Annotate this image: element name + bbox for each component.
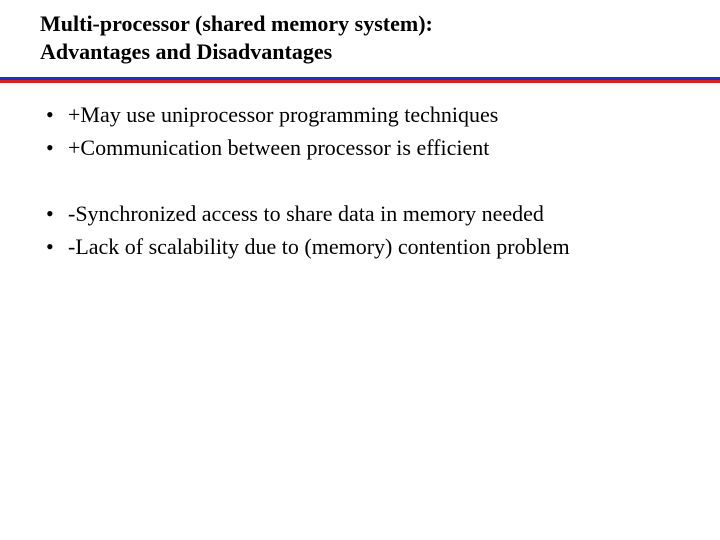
bullet-text: +May use uniprocessor programming techni… xyxy=(68,102,498,127)
list-item: -Lack of scalability due to (memory) con… xyxy=(40,233,680,262)
disadvantages-list: -Synchronized access to share data in me… xyxy=(40,200,680,261)
bullet-text: +Communication between processor is effi… xyxy=(68,135,489,160)
bullet-text: -Lack of scalability due to (memory) con… xyxy=(68,234,570,259)
list-item: +May use uniprocessor programming techni… xyxy=(40,101,680,130)
advantages-list: +May use uniprocessor programming techni… xyxy=(40,101,680,162)
slide-body: +May use uniprocessor programming techni… xyxy=(0,83,720,261)
list-item: -Synchronized access to share data in me… xyxy=(40,200,680,229)
list-item: +Communication between processor is effi… xyxy=(40,134,680,163)
bullet-text: -Synchronized access to share data in me… xyxy=(68,201,544,226)
title-block: Multi-processor (shared memory system): … xyxy=(0,10,720,71)
slide-title: Multi-processor (shared memory system): … xyxy=(40,10,680,65)
title-line-1: Multi-processor (shared memory system): xyxy=(40,11,433,36)
slide: Multi-processor (shared memory system): … xyxy=(0,0,720,540)
section-gap xyxy=(40,166,680,200)
title-line-2: Advantages and Disadvantages xyxy=(40,39,332,64)
